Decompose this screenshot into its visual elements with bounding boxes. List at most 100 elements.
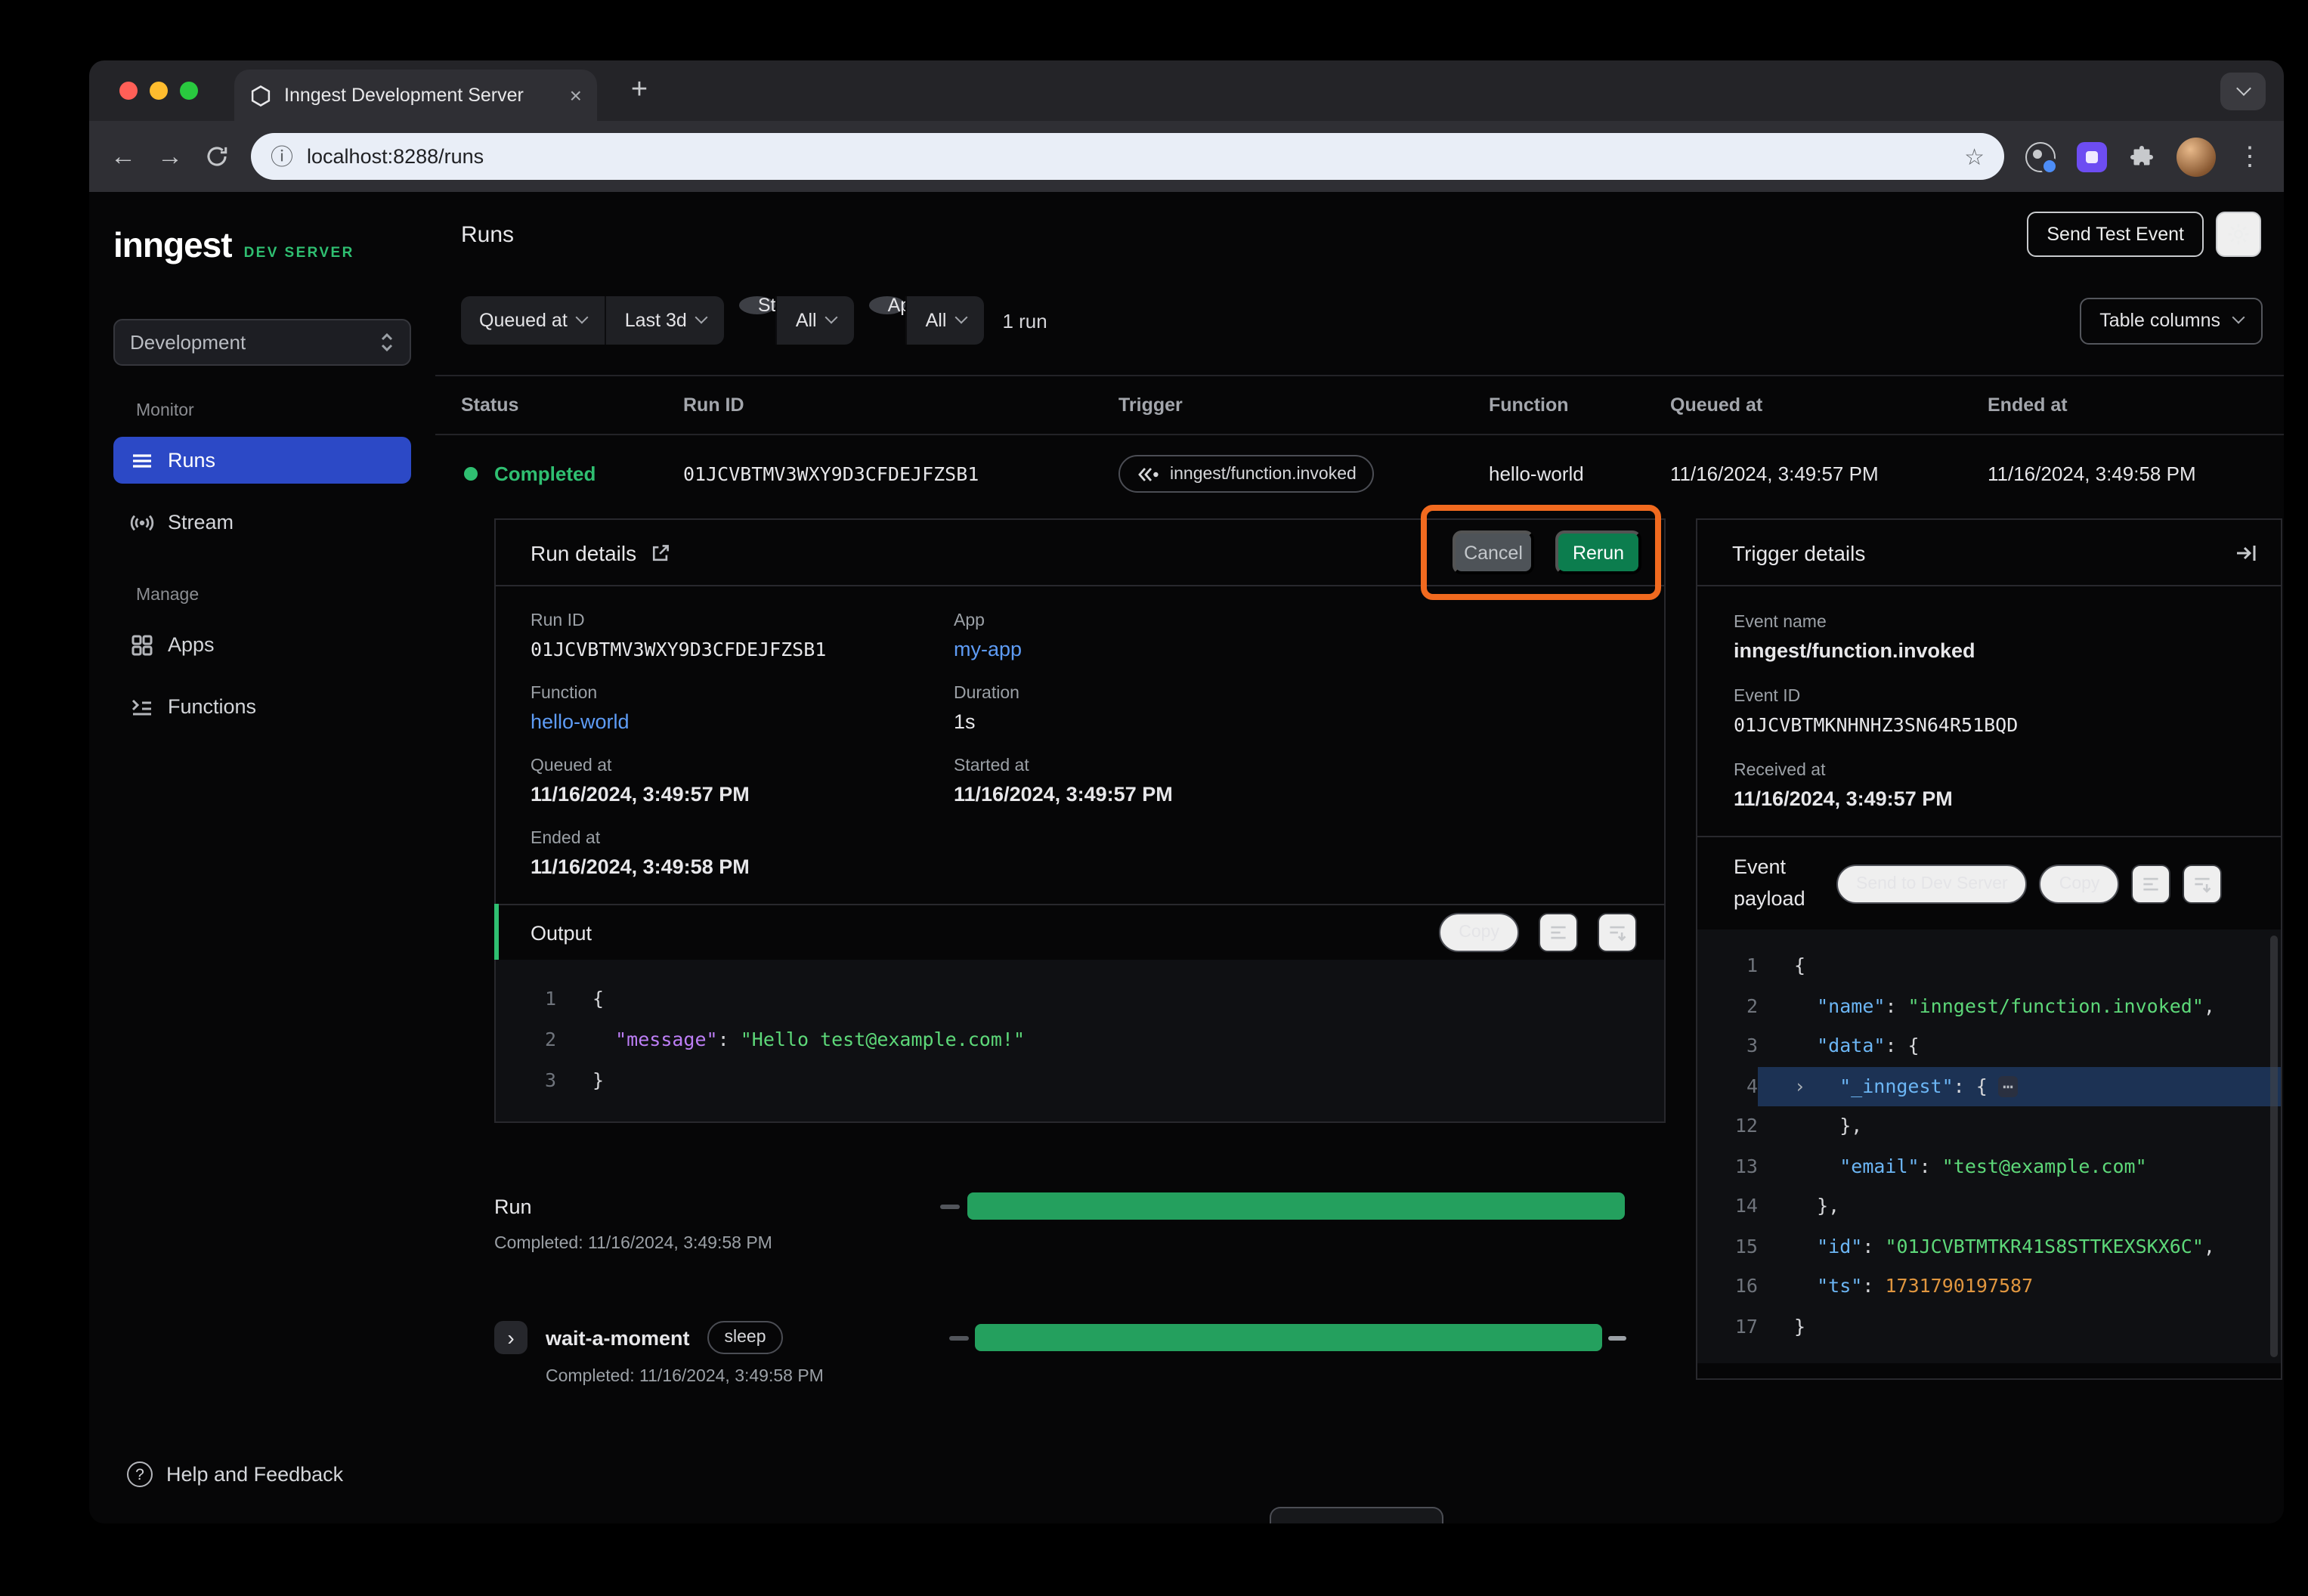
step-progress-bar[interactable] xyxy=(975,1324,1602,1351)
browser-menu-icon[interactable]: ⋮ xyxy=(2237,144,2263,169)
sidebar: inngest DEV SERVER Development Monitor R… xyxy=(89,192,435,1523)
code-line: 16 "ts": 1731790197587 xyxy=(1697,1267,2281,1307)
profile-avatar[interactable] xyxy=(2177,137,2216,176)
event-icon xyxy=(1137,466,1159,481)
sidebar-item-apps[interactable]: Apps xyxy=(113,621,411,668)
rerun-button[interactable]: Rerun xyxy=(1555,530,1641,574)
field-value: 01JCVBTMKNHNHZ3SN64R51BQD xyxy=(1734,713,2245,736)
collapsed-ellipsis[interactable]: ⋯ xyxy=(1998,1075,2018,1096)
step-completed-caption: Completed: 11/16/2024, 3:49:58 PM xyxy=(546,1368,1666,1386)
bookmark-star-icon[interactable]: ☆ xyxy=(1964,143,1985,170)
function-link[interactable]: hello-world xyxy=(531,710,954,733)
field-value: inngest/function.invoked xyxy=(1734,639,2245,662)
table-header: Status Run ID Trigger Function Queued at… xyxy=(435,375,2284,435)
payload-copy-button[interactable]: Copy xyxy=(2040,864,2120,903)
run-expanded-details: Run details Cancel Rerun xyxy=(494,518,2284,1386)
back-button[interactable]: ← xyxy=(110,144,136,169)
timeline-step-row[interactable]: › wait-a-moment sleep xyxy=(494,1321,1666,1354)
environment-selector[interactable]: Development xyxy=(113,319,411,366)
send-to-dev-server-button[interactable]: Send to Dev Server xyxy=(1836,864,2028,903)
browser-tab[interactable]: Inngest Development Server × xyxy=(234,70,597,121)
field-label: Started at xyxy=(954,757,1629,775)
timeline-run-row[interactable]: Run xyxy=(494,1192,1666,1220)
payload-code: 1{2 "name": "inngest/function.invoked",3… xyxy=(1697,929,2281,1363)
page-title: Runs xyxy=(461,221,514,247)
output-copy-button[interactable]: Copy xyxy=(1439,913,1519,952)
scroll-to-bottom-icon[interactable] xyxy=(1598,913,1637,952)
functions-icon xyxy=(130,694,154,719)
site-info-icon[interactable]: ⓘ xyxy=(271,141,293,172)
line-number: 4 xyxy=(1697,1066,1758,1106)
line-number: 2 xyxy=(496,1019,556,1059)
run-progress-bar[interactable] xyxy=(967,1192,1625,1220)
code-line: 17} xyxy=(1697,1307,2281,1347)
extension-icon[interactable] xyxy=(2077,141,2107,172)
help-and-feedback[interactable]: ? Help and Feedback xyxy=(127,1461,343,1487)
privacy-icon[interactable] xyxy=(2025,141,2056,172)
tab-search-button[interactable] xyxy=(2220,73,2266,110)
new-tab-button[interactable]: + xyxy=(621,73,657,109)
fold-chevron-icon[interactable]: › xyxy=(1794,1066,1817,1106)
address-bar[interactable]: ⓘ localhost:8288/runs ☆ xyxy=(251,133,2004,180)
arrow-to-line-icon xyxy=(2234,540,2258,564)
external-link-icon[interactable] xyxy=(650,542,671,563)
send-test-event-button[interactable]: Send Test Event xyxy=(2027,212,2204,257)
forward-button[interactable]: → xyxy=(157,144,183,169)
url-text[interactable]: localhost:8288/runs xyxy=(307,145,1951,168)
sidebar-item-label: Apps xyxy=(168,633,215,656)
field-duration: Duration 1s xyxy=(954,685,1629,733)
code-line: 15 "id": "01JCVBTMTKR41S8STTKEXSKX6C", xyxy=(1697,1226,2281,1267)
app-link[interactable]: my-app xyxy=(954,638,1629,660)
status-filter-dropdown[interactable]: All xyxy=(776,296,855,345)
tab-close-icon[interactable]: × xyxy=(570,83,582,107)
reload-button[interactable] xyxy=(204,144,230,169)
zoom-window-button[interactable] xyxy=(180,82,198,100)
stream-icon xyxy=(130,510,154,534)
cutoff-bottom-button[interactable] xyxy=(1270,1507,1443,1523)
tab-title: Inngest Development Server xyxy=(284,85,558,106)
run-details-header: Run details Cancel Rerun xyxy=(496,520,1664,586)
col-function: Function xyxy=(1489,394,1670,416)
collapse-panel-button[interactable] xyxy=(2234,540,2258,564)
app-filter-group: App All xyxy=(870,296,985,345)
time-range-dropdown[interactable]: Last 3d xyxy=(605,296,725,345)
output-code: 1{2 "message": "Hello test@example.com!"… xyxy=(496,960,1664,1121)
sidebar-item-stream[interactable]: Stream xyxy=(113,499,411,546)
run-completed-caption: Completed: 11/16/2024, 3:49:58 PM xyxy=(494,1235,1666,1253)
minimize-window-button[interactable] xyxy=(150,82,168,100)
expand-step-button[interactable]: › xyxy=(494,1321,527,1354)
cancel-button[interactable]: Cancel xyxy=(1453,530,1534,574)
line-number: 13 xyxy=(1697,1146,1758,1186)
field-label: Event ID xyxy=(1734,688,2245,706)
event-payload-header: Event payload Send to Dev Server Copy xyxy=(1697,836,2281,929)
trigger-pill[interactable]: inngest/function.invoked xyxy=(1118,455,1375,493)
close-window-button[interactable] xyxy=(119,82,138,100)
sidebar-item-functions[interactable]: Functions xyxy=(113,683,411,730)
scroll-to-bottom-icon[interactable] xyxy=(2183,864,2222,903)
inngest-logo: inngest xyxy=(113,225,232,266)
settings-button[interactable] xyxy=(2216,212,2261,257)
code-line: 3} xyxy=(496,1059,1664,1100)
app-filter-dropdown[interactable]: All xyxy=(906,296,985,345)
field-run-id: Run ID 01JCVBTMV3WXY9D3CFDEJFZSB1 xyxy=(531,612,954,660)
gear-icon xyxy=(2226,222,2251,246)
extensions-puzzle-icon[interactable] xyxy=(2128,143,2155,170)
queued-at-dropdown[interactable]: Queued at xyxy=(461,296,605,345)
status-dot-icon xyxy=(464,467,478,481)
field-ended-at: Ended at 11/16/2024, 3:49:58 PM xyxy=(531,830,954,878)
sidebar-item-runs[interactable]: Runs xyxy=(113,437,411,484)
field-label: Received at xyxy=(1734,762,2245,780)
table-row[interactable]: Completed 01JCVBTMV3WXY9D3CFDEJFZSB1 inn… xyxy=(435,435,2284,512)
table-columns-button[interactable]: Table columns xyxy=(2080,297,2263,344)
scrollbar[interactable] xyxy=(2270,936,2278,1357)
timeline-tick xyxy=(949,1336,969,1341)
runs-icon xyxy=(130,448,154,472)
code-line: 2 "name": "inngest/function.invoked", xyxy=(1697,986,2281,1026)
ended-at-cell: 11/16/2024, 3:49:58 PM xyxy=(1988,462,2284,485)
wrap-lines-icon[interactable] xyxy=(1539,913,1578,952)
inngest-app: inngest DEV SERVER Development Monitor R… xyxy=(89,192,2284,1523)
main-content: Runs Send Test Event Queued at xyxy=(435,192,2284,1523)
field-label: Duration xyxy=(954,685,1629,703)
wrap-lines-icon[interactable] xyxy=(2131,864,2170,903)
help-icon: ? xyxy=(127,1461,153,1487)
